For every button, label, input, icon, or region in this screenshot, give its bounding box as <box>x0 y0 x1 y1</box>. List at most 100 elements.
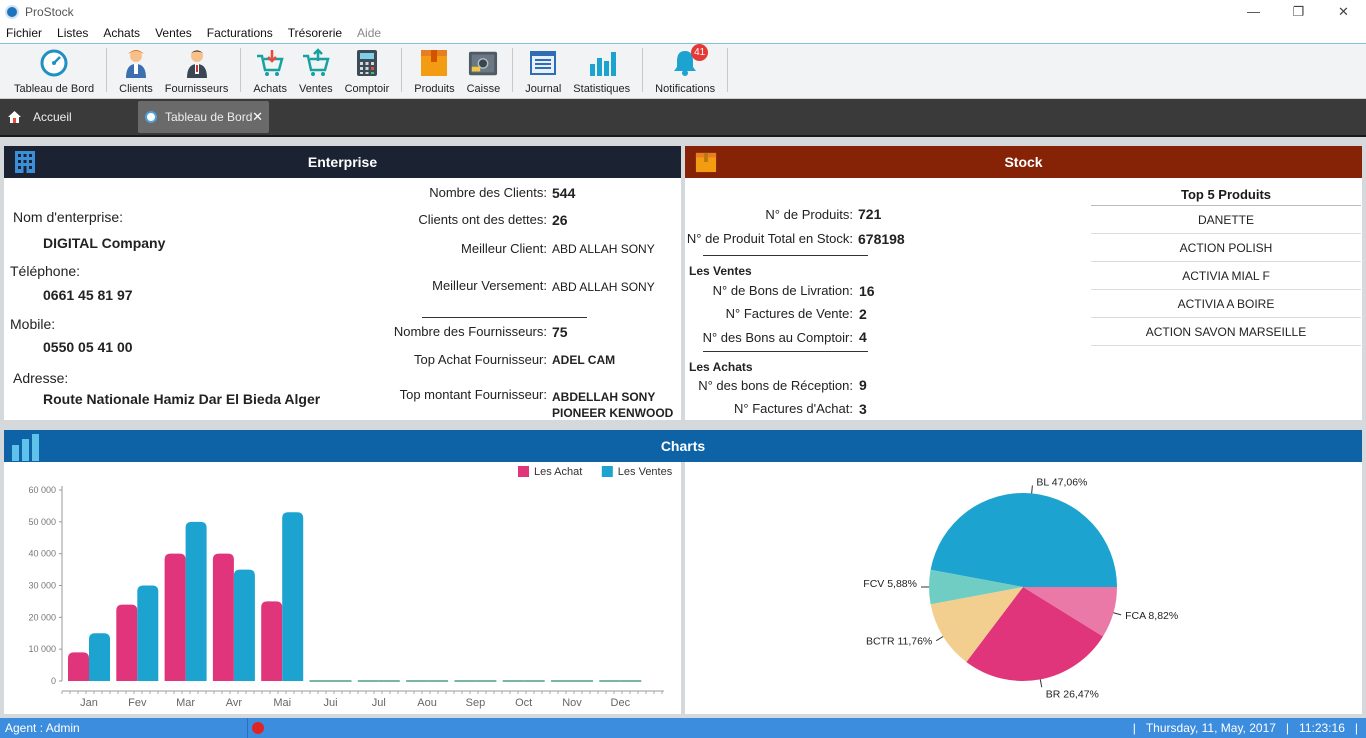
purchases-label: Achats <box>253 83 287 95</box>
pie-label-leader <box>1031 485 1033 494</box>
total-stock-value: 678198 <box>858 231 905 247</box>
journal-list-icon <box>528 48 558 78</box>
stock-box-icon <box>695 152 717 173</box>
title-bar: ProStock — ❐ ✕ <box>0 0 1366 23</box>
tab-tableau-de-bord-label: Tableau de Bord <box>165 110 253 124</box>
window-title: ProStock <box>25 4 74 19</box>
notifications-button[interactable]: 41 Notifications <box>649 44 721 98</box>
phone-label: Téléphone: <box>10 263 81 279</box>
toolbar-divider <box>512 48 514 92</box>
gauge-icon <box>39 48 69 78</box>
legend-label: Les Achat <box>534 466 582 478</box>
tab-accueil-label: Accueil <box>33 110 72 124</box>
legend-swatch <box>518 466 529 477</box>
cart-upload-icon <box>301 48 331 78</box>
suppliers-button[interactable]: Fournisseurs <box>159 44 235 98</box>
bar-les-achat[interactable] <box>261 601 283 681</box>
pie-slice-label: BL 47,06% <box>1036 476 1087 488</box>
cash-button[interactable]: Caisse <box>461 44 507 98</box>
bar-les-achat[interactable] <box>68 652 89 681</box>
stock-divider-1 <box>703 255 868 256</box>
bar-les-ventes[interactable] <box>282 512 304 681</box>
tab-accueil[interactable]: Accueil <box>0 98 136 136</box>
legend-label: Les Ventes <box>618 466 673 478</box>
prostock-window: ProStock — ❐ ✕ Fichier Listes Achats Ven… <box>0 0 1366 738</box>
bar-les-ventes[interactable] <box>233 569 255 681</box>
pie-label-leader <box>936 636 944 642</box>
x-tick-label: Oct <box>515 697 532 709</box>
x-tick-label: Mar <box>176 697 195 709</box>
status-date: Thursday, 11, May, 2017 <box>1145 721 1276 735</box>
close-tab-icon[interactable]: ✕ <box>252 109 263 125</box>
stats-label: Statistiques <box>573 83 631 95</box>
suppliers-count-label: Nombre des Fournisseurs: <box>393 324 547 339</box>
journal-button[interactable]: Journal <box>519 44 567 98</box>
menu-achats[interactable]: Achats <box>103 26 140 40</box>
bar-les-achat[interactable] <box>116 604 138 681</box>
charts-title: Charts <box>660 438 706 454</box>
enterprise-divider <box>422 317 587 318</box>
menu-facturations[interactable]: Facturations <box>207 26 273 40</box>
x-tick-label: Mai <box>273 697 291 709</box>
best-payment-label: Meilleur Versement: <box>432 278 547 293</box>
pie-slice[interactable] <box>930 492 1117 587</box>
address-label: Adresse: <box>13 370 69 386</box>
toolbar-divider <box>401 48 403 92</box>
top-amount-label: Top montant Fournisseur: <box>399 387 547 402</box>
minimize-button[interactable]: — <box>1231 0 1276 23</box>
connection-status-icon <box>252 722 264 734</box>
top5-item[interactable]: ACTION POLISH <box>1091 234 1361 262</box>
menu-ventes[interactable]: Ventes <box>155 26 192 40</box>
purchase-invoices-value: 3 <box>859 401 867 417</box>
top5-item[interactable]: DANETTE <box>1091 206 1361 234</box>
bar-les-achat[interactable] <box>164 553 186 681</box>
restore-button[interactable]: ❐ <box>1276 0 1321 23</box>
pie-slice-label: BR 26,47% <box>1046 688 1099 700</box>
menu-tresorerie[interactable]: Trésorerie <box>288 26 342 40</box>
calculator-icon <box>352 48 382 78</box>
products-label: Produits <box>414 83 455 95</box>
company-name-value: DIGITAL Company <box>43 235 166 251</box>
menu-fichier[interactable]: Fichier <box>6 26 42 40</box>
bar-les-ventes[interactable] <box>185 521 207 681</box>
app-logo-icon <box>5 4 19 19</box>
tab-tableau-de-bord[interactable]: Tableau de Bord ✕ <box>138 101 269 133</box>
supplier-person-icon <box>182 48 212 78</box>
agent-label: Agent : Admin <box>0 718 248 738</box>
stats-button[interactable]: Statistiques <box>567 44 636 98</box>
top5-item[interactable]: ACTIVIA A BOIRE <box>1091 290 1361 318</box>
enterprise-header: Enterprise <box>4 146 681 178</box>
products-button[interactable]: Produits <box>408 44 460 98</box>
pie-label-leader <box>1113 612 1122 616</box>
bar-chart-panel: 0 10 000 20 000 30 000 40 000 50 000 60 000 Ja… <box>4 462 681 714</box>
dashboard-button[interactable]: Tableau de Bord <box>8 44 100 98</box>
clients-debt-label: Clients ont des dettes: <box>418 212 547 227</box>
building-icon <box>15 151 35 173</box>
bar-chart-icon <box>587 48 617 78</box>
x-tick-label: Avr <box>226 697 243 709</box>
menu-listes[interactable]: Listes <box>57 26 88 40</box>
top5-item[interactable]: ACTION SAVON MARSEILLE <box>1091 318 1361 346</box>
top5-item[interactable]: ACTIVIA MIAL F <box>1091 262 1361 290</box>
bar-les-achat[interactable] <box>212 553 234 681</box>
bar-les-ventes[interactable] <box>89 633 110 681</box>
reception-value: 9 <box>859 377 867 393</box>
purchases-button[interactable]: Achats <box>247 44 293 98</box>
mobile-label: Mobile: <box>10 316 56 332</box>
counter-button[interactable]: Comptoir <box>339 44 396 98</box>
sales-button[interactable]: Ventes <box>293 44 339 98</box>
bar-les-ventes[interactable] <box>137 585 159 682</box>
journal-label: Journal <box>525 83 562 95</box>
delivery-value: 16 <box>859 283 875 299</box>
charts-bar-icon <box>12 434 39 461</box>
notifications-label: Notifications <box>655 83 716 95</box>
menu-aide[interactable]: Aide <box>357 26 381 40</box>
toolbar-divider <box>106 48 108 92</box>
y-tick-label: 50 000 <box>28 517 56 527</box>
clients-button[interactable]: Clients <box>113 44 159 98</box>
pie-chart: BL 47,06% FCA 8,82% BR 26,47% BCTR 11,76% FC… <box>863 476 1178 700</box>
tab-bar: Accueil Tableau de Bord ✕ <box>0 99 1366 137</box>
status-separator: | <box>1285 721 1290 735</box>
close-window-button[interactable]: ✕ <box>1321 0 1366 23</box>
toolbar-divider <box>642 48 644 92</box>
